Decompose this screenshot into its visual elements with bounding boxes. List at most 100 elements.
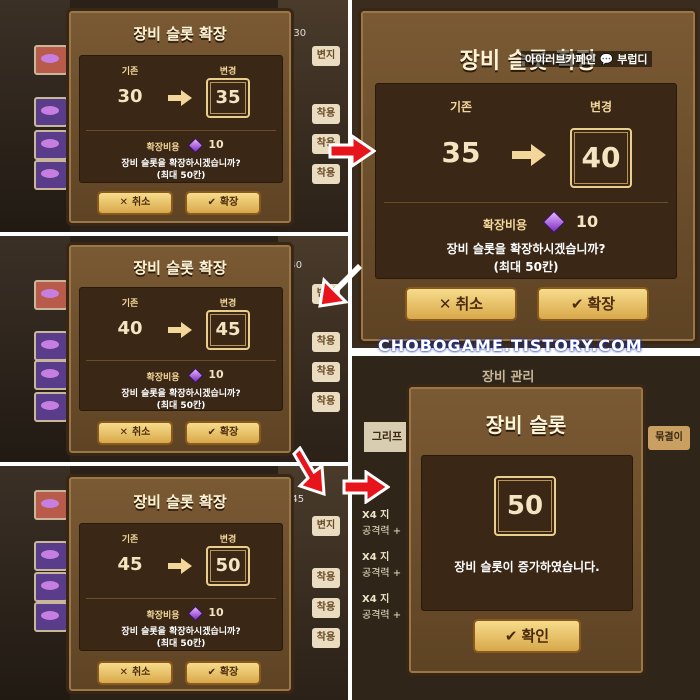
cost-label: 확장비용 bbox=[146, 611, 180, 621]
expand-button[interactable]: ✔ 확장 bbox=[185, 421, 261, 445]
arrow-right-icon bbox=[168, 558, 192, 574]
dialog-body: 기존 변경 30 35 확장비용 10 장비 슬롯을 확장하시겠습니까? (최대… bbox=[79, 55, 283, 183]
before-value: 45 bbox=[117, 554, 143, 575]
max-note: (최대 50칸) bbox=[156, 639, 206, 649]
ok-button[interactable]: ✔ 확인 bbox=[473, 619, 581, 653]
panel-step-4: /45 변지 착용 착용 착용 장비 슬롯 확장 기존 변경 45 50 확장비… bbox=[0, 466, 348, 700]
equip-button[interactable]: 변지 bbox=[312, 46, 340, 66]
close-icon: ✕ bbox=[119, 427, 128, 438]
bg-row-badge: X4 지 bbox=[362, 594, 390, 605]
bg-row-badge: X4 지 bbox=[362, 552, 390, 563]
equip-button[interactable]: 착용 bbox=[312, 628, 340, 648]
equip-button[interactable]: 착용 bbox=[312, 598, 340, 618]
dialog-body: 기존 변경 45 50 확장비용 10 장비 슬롯을 확장하시겠습니까? (최대… bbox=[79, 523, 283, 651]
dialog-title: 장비 슬롯 확장 bbox=[133, 259, 227, 277]
equipment-slot[interactable] bbox=[34, 360, 68, 390]
cancel-button[interactable]: ✕ 취소 bbox=[405, 287, 517, 321]
dialog-body: 기존 변경 35 40 확장비용 10 장비 슬롯을 확장하시겠습니까? (최대… bbox=[375, 83, 677, 279]
equip-button[interactable]: 착용 bbox=[312, 104, 340, 124]
cancel-button[interactable]: ✕ 취소 bbox=[97, 661, 173, 685]
cancel-button[interactable]: ✕ 취소 bbox=[97, 191, 173, 215]
slot-total-value: 50 bbox=[494, 476, 556, 536]
before-label: 기존 bbox=[121, 299, 139, 309]
bg-row-text: 공격력 + bbox=[362, 526, 402, 537]
gem-icon bbox=[187, 137, 204, 154]
after-value: 50 bbox=[206, 546, 250, 586]
cost-value: 10 bbox=[575, 212, 599, 231]
after-label: 변경 bbox=[219, 535, 237, 545]
equip-button[interactable]: 착용 bbox=[312, 362, 340, 382]
expand-button[interactable]: ✔ 확장 bbox=[185, 191, 261, 215]
equip-button[interactable]: 착용 bbox=[312, 392, 340, 412]
max-note: (최대 50칸) bbox=[156, 171, 206, 181]
equip-button[interactable]: 변지 bbox=[312, 516, 340, 536]
cost-value: 10 bbox=[208, 606, 224, 619]
expand-dialog: 장비 슬롯 확장 아이러브카페인 💬 부럽디 기존 변경 35 40 확장비용 … bbox=[358, 8, 698, 344]
result-message: 장비 슬롯이 증가하였습니다. bbox=[454, 560, 600, 574]
equip-button[interactable]: 착용 bbox=[312, 332, 340, 352]
equip-button[interactable]: 착용 bbox=[312, 568, 340, 588]
arrow-down-icon bbox=[292, 446, 326, 496]
arrow-down-left-icon bbox=[318, 263, 363, 308]
dialog-title: 장비 슬롯 bbox=[485, 413, 567, 437]
cost-label: 확장비용 bbox=[146, 373, 180, 383]
gem-icon bbox=[187, 605, 204, 622]
dialog-body: 50 장비 슬롯이 증가하였습니다. bbox=[421, 455, 633, 611]
cost-label: 확장비용 bbox=[146, 143, 180, 153]
max-note: (최대 50칸) bbox=[156, 401, 206, 411]
arrow-right-icon bbox=[342, 470, 390, 504]
gem-icon bbox=[542, 210, 566, 234]
cost-label: 확장비용 bbox=[482, 218, 528, 232]
after-label: 변경 bbox=[219, 299, 237, 309]
equipment-slot[interactable] bbox=[34, 490, 68, 520]
bg-tab[interactable]: 그리프 bbox=[364, 422, 410, 452]
check-icon: ✔ bbox=[207, 197, 216, 208]
equipment-slot[interactable] bbox=[34, 541, 68, 571]
equipment-slot[interactable] bbox=[34, 280, 68, 310]
check-icon: ✔ bbox=[570, 295, 584, 313]
dialog-title: 장비 슬롯 확장 bbox=[133, 25, 227, 43]
equipment-slot[interactable] bbox=[34, 130, 68, 160]
expand-dialog: 장비 슬롯 확장 기존 변경 45 50 확장비용 10 장비 슬롯을 확장하시… bbox=[66, 474, 294, 694]
result-dialog: 장비 슬롯 50 장비 슬롯이 증가하였습니다. ✔ 확인 bbox=[406, 384, 646, 676]
before-value: 30 bbox=[117, 86, 143, 107]
equipment-slot[interactable] bbox=[34, 160, 68, 190]
check-icon: ✔ bbox=[207, 667, 216, 678]
bg-row-badge: X4 지 bbox=[362, 510, 390, 521]
equipment-slot[interactable] bbox=[34, 392, 68, 422]
panel-step-1: /30 변지 착용 착용 착용 장비 슬롯 확장 기존 변경 30 35 확장비… bbox=[0, 0, 348, 232]
expand-button[interactable]: ✔ 확장 bbox=[537, 287, 649, 321]
panel-result: 장비 관리 그리프 묶결이 X4 지 공격력 + X4 지 공격력 + X4 지… bbox=[352, 356, 700, 700]
expand-button[interactable]: ✔ 확장 bbox=[185, 661, 261, 685]
bg-button[interactable]: 묶결이 bbox=[648, 426, 690, 450]
before-label: 기존 bbox=[449, 100, 473, 114]
dialog-body: 기존 변경 40 45 확장비용 10 장비 슬롯을 확장하시겠습니까? (최대… bbox=[79, 287, 283, 411]
equipment-slot[interactable] bbox=[34, 572, 68, 602]
close-icon: ✕ bbox=[119, 197, 128, 208]
expand-dialog: 장비 슬롯 확장 기존 변경 40 45 확장비용 10 장비 슬롯을 확장하시… bbox=[66, 242, 294, 456]
cost-value: 10 bbox=[208, 138, 224, 151]
bg-title: 장비 관리 bbox=[482, 370, 535, 385]
dialog-title: 장비 슬롯 확장 bbox=[133, 493, 227, 511]
after-value: 40 bbox=[570, 128, 632, 188]
equipment-slot[interactable] bbox=[34, 602, 68, 632]
after-label: 변경 bbox=[219, 67, 237, 77]
confirm-question: 장비 슬롯을 확장하시겠습니까? bbox=[446, 242, 606, 256]
gem-icon bbox=[187, 367, 204, 384]
arrow-right-icon bbox=[512, 144, 546, 166]
watermark: CHOBOGAME.TISTORY.COM bbox=[378, 336, 643, 355]
after-value: 35 bbox=[206, 78, 250, 118]
bg-row-text: 공격력 + bbox=[362, 610, 402, 621]
panel-step-3: /40 변지 착용 착용 착용 장비 슬롯 확장 기존 변경 40 45 확장비… bbox=[0, 236, 348, 462]
arrow-right-icon bbox=[328, 134, 376, 168]
cancel-button[interactable]: ✕ 취소 bbox=[97, 421, 173, 445]
arrow-right-icon bbox=[168, 322, 192, 338]
equipment-slot[interactable] bbox=[34, 331, 68, 361]
bg-row-text: 공격력 + bbox=[362, 568, 402, 579]
equipment-slot[interactable] bbox=[34, 45, 68, 75]
cost-value: 10 bbox=[208, 368, 224, 381]
equipment-slot[interactable] bbox=[34, 97, 68, 127]
arrow-right-icon bbox=[168, 90, 192, 106]
before-value: 40 bbox=[117, 318, 143, 339]
before-label: 기존 bbox=[121, 535, 139, 545]
